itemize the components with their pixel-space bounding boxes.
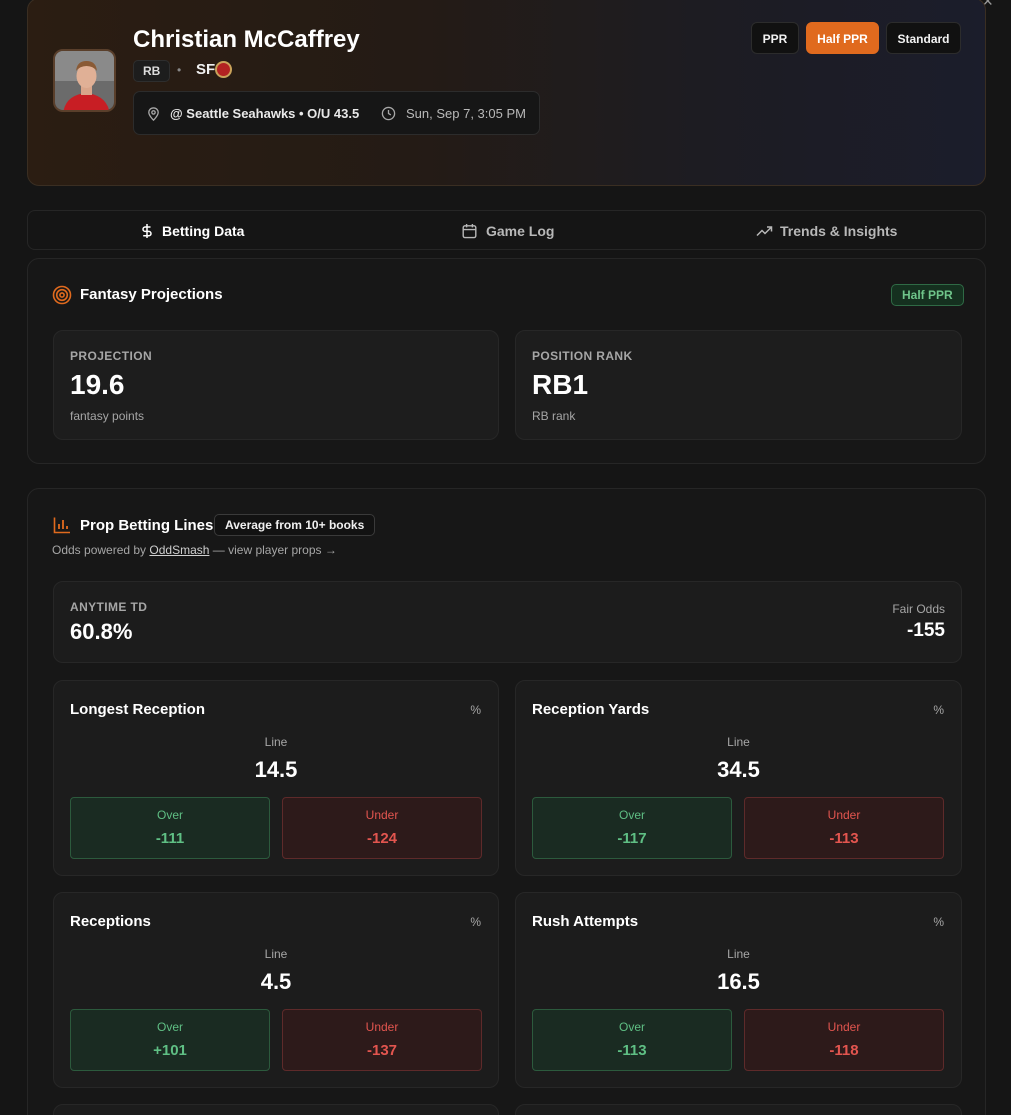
over-label: Over (618, 1020, 645, 1034)
tab-trends-insights[interactable]: Trends & Insights (756, 211, 897, 251)
player-name: Christian McCaffrey (133, 26, 360, 53)
tab-betting-data[interactable]: Betting Data (140, 211, 244, 251)
prop-card-partial (515, 1104, 962, 1115)
prop-title: Longest Reception (70, 701, 206, 718)
prop-card-receptions: Receptions % Line 4.5 Over +101 Under -1… (53, 892, 499, 1088)
over-odds: -117 (617, 830, 647, 847)
dollar-icon (142, 224, 152, 238)
over-button[interactable]: Over -113 (532, 1009, 732, 1071)
position-badge: RB (133, 60, 171, 82)
calendar-icon (462, 224, 477, 239)
line-value: 16.5 (717, 969, 760, 994)
player-header: Christian McCaffrey RB • SF @ Seattle Se… (27, 0, 986, 186)
clock-icon (381, 106, 396, 121)
line-value: 34.5 (717, 757, 760, 782)
line-value: 4.5 (260, 969, 292, 994)
prop-card-rush-attempts: Rush Attempts % Line 16.5 Over -113 Unde… (515, 892, 962, 1088)
prop-pct: % (933, 915, 944, 929)
prop-betting-card: Prop Betting Lines Average from 10+ book… (27, 488, 986, 1115)
under-odds: -137 (366, 1042, 398, 1059)
prop-pct: % (470, 915, 481, 929)
under-label: Under (827, 1020, 861, 1034)
rank-value: RB1 (532, 369, 589, 400)
tab-label: Betting Data (162, 223, 245, 239)
projection-value: 19.6 (70, 369, 125, 400)
fair-odds-value: -155 (906, 620, 945, 641)
separator-dot: • (177, 63, 182, 77)
over-label: Over (618, 808, 645, 822)
game-info: @ Seattle Seahawks • O/U 43.5 Sun, Sep 7… (133, 91, 540, 135)
prop-title: Reception Yards (532, 701, 650, 718)
fair-odds-label: Fair Odds (892, 602, 945, 616)
section-title: Prop Betting Lines (80, 517, 214, 534)
td-value: 60.8% (70, 619, 133, 644)
team-abbrev: SF (196, 61, 216, 78)
stat-label: PROJECTION (70, 349, 153, 363)
prop-card-longest-reception: Longest Reception % Line 14.5 Over -111 … (53, 680, 499, 876)
game-time: Sun, Sep 7, 3:05 PM (406, 106, 526, 121)
tab-label: Trends & Insights (780, 223, 898, 239)
line-value: 14.5 (254, 757, 298, 782)
under-button[interactable]: Under -124 (282, 797, 482, 859)
team-logo-icon (215, 61, 232, 78)
under-label: Under (365, 1020, 399, 1034)
section-title: Fantasy Projections (80, 286, 223, 303)
position-rank-box: POSITION RANK RB1 RB rank (515, 330, 962, 440)
line-label: Line (727, 947, 750, 961)
over-label: Over (156, 1020, 183, 1034)
over-label: Over (156, 808, 183, 822)
oddsmash-link[interactable]: OddSmash (149, 543, 209, 557)
format-button-standard[interactable]: Standard (886, 22, 961, 54)
player-modal: × Christian McCaffrey RB • SF @ Seattle … (0, 0, 1011, 1115)
prop-title: Receptions (70, 913, 151, 930)
over-odds: -111 (155, 830, 185, 847)
player-avatar (53, 49, 116, 112)
format-button-half-ppr[interactable]: Half PPR (806, 22, 879, 54)
prop-title: Rush Attempts (532, 913, 639, 930)
bar-chart-icon (53, 517, 70, 534)
under-label: Under (827, 808, 861, 822)
prop-card-partial (53, 1104, 499, 1115)
matchup-text: @ Seattle Seahawks • O/U 43.5 (170, 106, 360, 121)
powered-by: Odds powered by OddSmash — view player p… (52, 543, 337, 557)
books-badge: Average from 10+ books (214, 514, 376, 536)
stat-sub: fantasy points (70, 409, 145, 423)
stat-sub: RB rank (532, 409, 576, 423)
over-odds: -113 (617, 1042, 647, 1059)
format-badge: Half PPR (891, 284, 964, 306)
powered-prefix: Odds powered by (52, 543, 147, 557)
line-label: Line (727, 735, 750, 749)
over-button[interactable]: Over +101 (70, 1009, 270, 1071)
under-label: Under (365, 808, 399, 822)
td-label: ANYTIME TD (70, 600, 148, 614)
tab-game-log[interactable]: Game Log (462, 211, 554, 251)
prop-pct: % (933, 703, 944, 717)
under-button[interactable]: Under -118 (744, 1009, 944, 1071)
over-odds: +101 (153, 1042, 187, 1059)
under-button[interactable]: Under -137 (282, 1009, 482, 1071)
fantasy-projections-card: Fantasy Projections Half PPR PROJECTION … (27, 258, 986, 464)
under-odds: -124 (366, 830, 398, 847)
tab-label: Game Log (486, 223, 555, 239)
prop-card-reception-yards: Reception Yards % Line 34.5 Over -117 Un… (515, 680, 962, 876)
projection-box: PROJECTION 19.6 fantasy points (53, 330, 499, 440)
location-pin-icon (148, 107, 159, 121)
anytime-td-box: ANYTIME TD 60.8% Fair Odds -155 (53, 581, 962, 663)
tab-bar: Betting Data Game Log Trends & Insights (27, 210, 986, 250)
under-odds: -113 (829, 830, 859, 847)
over-button[interactable]: Over -117 (532, 797, 732, 859)
format-button-ppr[interactable]: PPR (751, 22, 799, 54)
trending-up-icon (756, 226, 773, 237)
line-label: Line (264, 735, 288, 749)
view-props-link[interactable]: — view player props → (213, 543, 337, 557)
line-label: Line (264, 947, 288, 961)
under-odds: -118 (829, 1042, 859, 1059)
prop-pct: % (470, 703, 481, 717)
stat-label: POSITION RANK (532, 349, 633, 363)
target-icon (52, 285, 72, 305)
under-button[interactable]: Under -113 (744, 797, 944, 859)
over-button[interactable]: Over -111 (70, 797, 270, 859)
